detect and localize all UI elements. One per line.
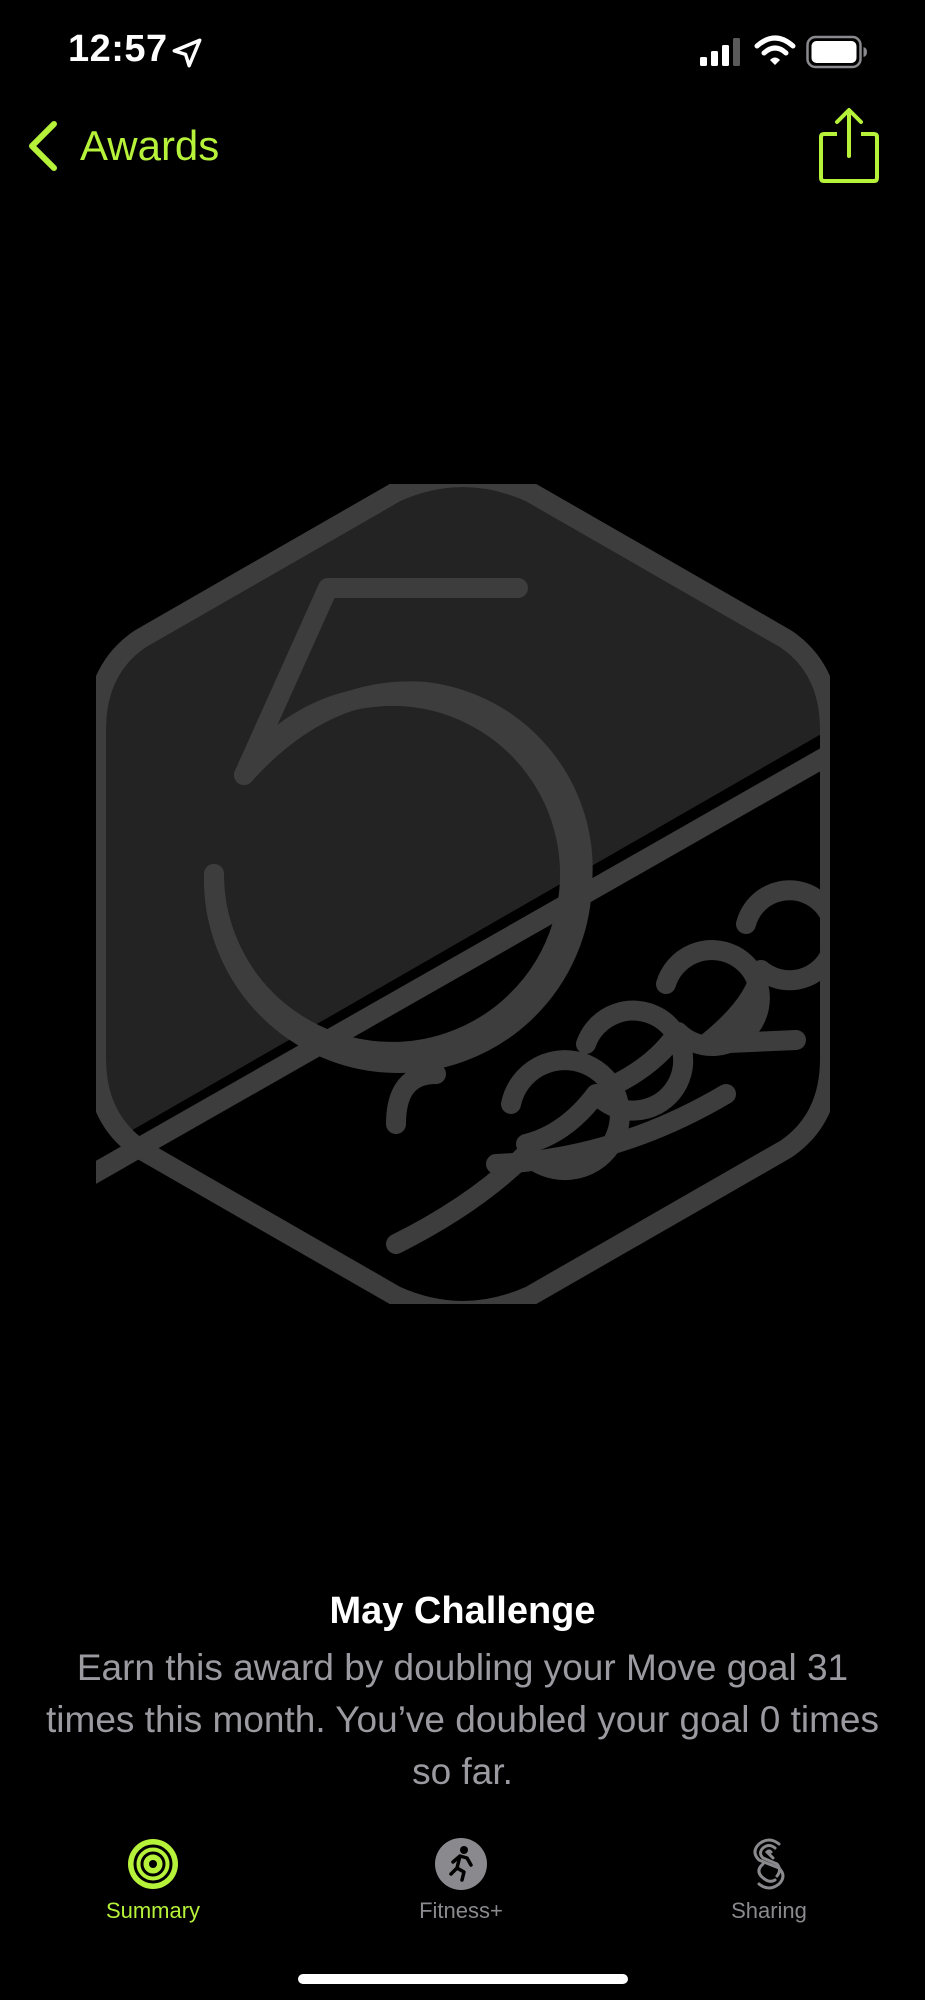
status-time: 12:57 <box>68 28 168 70</box>
tab-fitness-plus[interactable]: Fitness+ <box>361 1820 561 1930</box>
wifi-icon <box>754 35 796 65</box>
activity-rings-icon <box>128 1839 178 1889</box>
status-bar: 12:57 <box>0 0 925 110</box>
tab-sharing[interactable]: Sharing <box>669 1820 869 1930</box>
battery-icon <box>806 35 867 69</box>
may-challenge-2022-badge-icon <box>96 484 830 1304</box>
chevron-left-icon <box>29 121 57 171</box>
location-arrow-icon <box>172 38 202 68</box>
tab-bar: Summary Fitness+ Sharing <box>0 1820 925 1930</box>
tab-summary-label: Summary <box>105 1898 201 1923</box>
award-title: May Challenge <box>329 1590 596 1632</box>
sharing-icon <box>753 1838 785 1890</box>
tab-sharing-label: Sharing <box>731 1898 807 1923</box>
share-icon[interactable] <box>818 106 880 184</box>
runner-icon <box>435 1838 487 1890</box>
award-detail-screen: 12:57 Awards May Challenge Earn this awa… <box>0 0 925 2000</box>
back-button[interactable]: Awards <box>24 110 219 182</box>
tab-summary[interactable]: Summary <box>53 1820 253 1930</box>
tab-fitness-plus-label: Fitness+ <box>419 1898 503 1923</box>
award-description: Earn this award by doubling your Move go… <box>46 1647 879 1792</box>
cellular-signal-icon <box>700 38 740 66</box>
home-indicator[interactable] <box>298 1974 628 1984</box>
back-button-label: Awards <box>80 122 220 169</box>
